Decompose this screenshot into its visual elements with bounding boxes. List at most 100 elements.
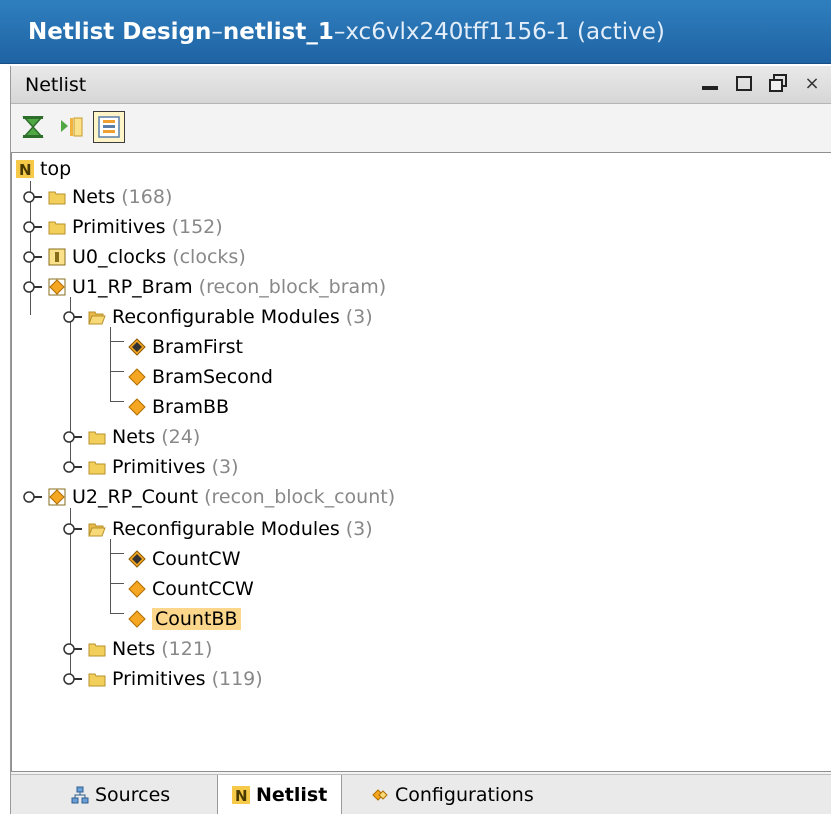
tree-item-countcw[interactable]: CountCW — [128, 545, 240, 573]
tree-root[interactable]: N top — [16, 155, 71, 183]
tree-item-nets[interactable]: Nets (24) — [62, 423, 200, 451]
maximize-icon[interactable] — [734, 72, 754, 94]
svg-text:N: N — [19, 161, 32, 178]
tree-item-u0-clocks[interactable]: U0_clocks (clocks) — [22, 243, 246, 271]
tree-connector — [110, 613, 124, 614]
reconfigurable-partition-icon — [48, 278, 66, 296]
tree-connector — [110, 553, 124, 554]
tree-connector — [110, 371, 124, 372]
tree-item-reconfigurable-modules[interactable]: Reconfigurable Modules (3) — [62, 515, 373, 543]
tree-item-label: BramBB — [152, 396, 230, 418]
tree-item-label-selected: CountBB — [152, 608, 241, 630]
expand-toggle-icon[interactable] — [62, 428, 84, 446]
tree-item-bramsecond[interactable]: BramSecond — [128, 363, 273, 391]
tree-item-label: Primitives — [72, 216, 166, 238]
netlist-n-icon: N — [232, 785, 250, 805]
tree-item-label: CountCCW — [152, 578, 254, 600]
netlist-n-icon: N — [16, 160, 34, 179]
tab-netlist[interactable]: N Netlist — [217, 775, 343, 814]
folder-icon — [48, 188, 66, 206]
minimize-icon[interactable] — [700, 72, 720, 94]
open-folder-icon — [88, 520, 106, 538]
tree-item-u1-rp-bram[interactable]: U1_RP_Bram (recon_block_bram) — [22, 273, 386, 301]
netlist-tree: N top Nets (168) Primitives (152) U0_clock… — [11, 152, 831, 772]
part-name: xc6vlx240tff1156-1 (active) — [345, 18, 665, 45]
active-module-icon — [128, 338, 146, 356]
configurations-icon — [371, 786, 389, 804]
tree-item-count: (168) — [121, 186, 173, 208]
tree-item-label: Nets — [72, 186, 116, 208]
tree-item-label: Reconfigurable Modules — [112, 518, 340, 540]
expand-toggle-icon[interactable] — [22, 248, 44, 266]
tree-item-label: BramFirst — [152, 336, 243, 358]
tab-configurations[interactable]: Configurations — [357, 775, 548, 814]
folder-icon — [88, 640, 106, 658]
tree-item-label: U0_clocks — [72, 246, 167, 268]
panel-title: Netlist — [25, 73, 87, 96]
design-name: netlist_1 — [222, 18, 334, 45]
tree-item-label: Primitives — [112, 668, 206, 690]
expand-toggle-icon[interactable] — [62, 640, 84, 658]
panel-window-controls: × — [700, 72, 822, 94]
panel-header: Netlist × — [11, 66, 831, 104]
expand-toggle-icon[interactable] — [62, 520, 84, 538]
tab-configurations-label: Configurations — [395, 784, 534, 806]
tree-item-count: (recon_block_bram) — [198, 276, 387, 298]
tree-connector — [110, 401, 124, 402]
tree-item-count: (clocks) — [172, 246, 246, 268]
tree-item-count: (recon_block_count) — [204, 486, 396, 508]
tree-item-countccw[interactable]: CountCCW — [128, 575, 254, 603]
folder-icon — [88, 458, 106, 476]
tree-item-label: U1_RP_Bram — [72, 276, 193, 298]
tree-item-primitives[interactable]: Primitives (3) — [62, 453, 238, 481]
tree-item-u2-rp-count[interactable]: U2_RP_Count (recon_block_count) — [22, 483, 395, 511]
expand-toggle-icon[interactable] — [22, 278, 44, 296]
tree-connector — [110, 327, 111, 401]
tree-item-count: (119) — [211, 668, 263, 690]
float-window-icon[interactable] — [768, 72, 788, 94]
module-icon — [128, 398, 146, 416]
netlist-toolbar — [11, 106, 831, 148]
tree-item-reconfigurable-modules[interactable]: Reconfigurable Modules (3) — [62, 303, 373, 331]
expand-toggle-icon[interactable] — [22, 188, 44, 206]
open-folder-icon — [88, 308, 106, 326]
module-icon — [128, 580, 146, 598]
tab-sources-label: Sources — [95, 784, 171, 806]
tree-root-label: top — [40, 158, 72, 180]
folder-icon — [88, 428, 106, 446]
tree-item-primitives[interactable]: Primitives (119) — [62, 665, 263, 693]
show-selected-icon[interactable] — [93, 111, 125, 143]
reconfigurable-partition-icon — [48, 488, 66, 506]
tree-item-nets[interactable]: Nets (168) — [22, 183, 172, 211]
tree-connector — [110, 341, 124, 342]
folder-icon — [48, 218, 66, 236]
expand-toggle-icon[interactable] — [22, 488, 44, 506]
tree-item-brambb[interactable]: BramBB — [128, 393, 229, 421]
tree-connector — [110, 539, 111, 613]
tab-netlist-label: Netlist — [256, 783, 328, 806]
expand-all-icon[interactable] — [55, 111, 87, 143]
svg-text:N: N — [235, 787, 248, 804]
tree-item-label: Reconfigurable Modules — [112, 306, 340, 328]
tree-item-count: (3) — [345, 306, 373, 328]
expand-toggle-icon[interactable] — [22, 218, 44, 236]
expand-toggle-icon[interactable] — [62, 308, 84, 326]
tree-item-primitives[interactable]: Primitives (152) — [22, 213, 223, 241]
tree-item-nets[interactable]: Nets (121) — [62, 635, 212, 663]
tree-connector — [110, 583, 124, 584]
tab-sources[interactable]: Sources — [57, 775, 184, 814]
instance-icon — [48, 248, 66, 266]
tree-item-count: (3) — [211, 456, 239, 478]
close-icon[interactable]: × — [802, 72, 822, 94]
tree-item-countbb[interactable]: CountBB — [128, 605, 241, 633]
panel-tab-bar: Sources N Netlist Configurations — [11, 774, 831, 814]
module-icon — [128, 368, 146, 386]
netlist-panel: Netlist × N top Nets (168) Primitives (1… — [10, 66, 831, 814]
tree-item-label: U2_RP_Count — [72, 486, 199, 508]
expand-toggle-icon[interactable] — [62, 670, 84, 688]
tree-item-bramfirst[interactable]: BramFirst — [128, 333, 243, 361]
expand-toggle-icon[interactable] — [62, 458, 84, 476]
tree-item-label: CountCW — [152, 548, 241, 570]
collapse-all-icon[interactable] — [17, 111, 49, 143]
title-separator: – — [333, 18, 346, 45]
